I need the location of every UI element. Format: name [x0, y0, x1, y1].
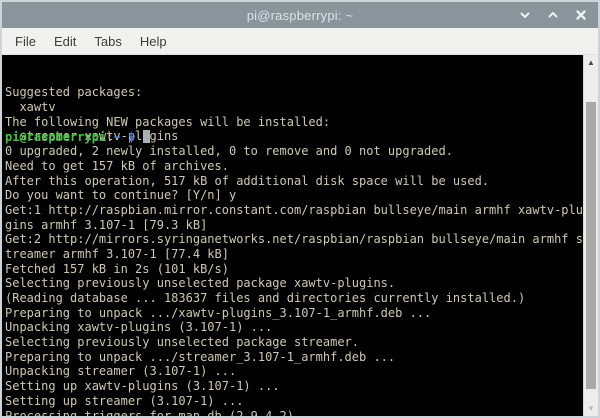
window-titlebar[interactable]: pi@raspberrypi: ~	[2, 2, 598, 28]
chevron-up-icon	[547, 9, 559, 21]
terminal-line: Fetched 157 kB in 2s (101 kB/s)	[5, 262, 582, 277]
terminal-line: Unpacking streamer (3.107-1) ...	[5, 364, 582, 379]
terminal-line: Do you want to continue? [Y/n] y	[5, 188, 582, 203]
terminal-line: Get:1 http://raspbian.mirror.constant.co…	[5, 203, 582, 218]
terminal-line: Selecting previously unselected package …	[5, 335, 582, 350]
terminal-line: xawtv	[5, 100, 582, 115]
terminal-line: After this operation, 517 kB of addition…	[5, 174, 582, 189]
terminal-line: Processing triggers for man-db (2.9.4-2)…	[5, 409, 582, 416]
scrollbar-thumb[interactable]	[586, 102, 596, 389]
menu-help[interactable]: Help	[131, 30, 176, 53]
terminal-window: pi@raspberrypi: ~ File Edit Tabs Help	[0, 0, 600, 418]
chevron-down-icon	[519, 9, 531, 21]
window-title: pi@raspberrypi: ~	[247, 8, 354, 23]
terminal-line: Need to get 157 kB of archives.	[5, 159, 582, 174]
prompt-user-host: pi@raspberrypi	[5, 130, 106, 144]
menu-file[interactable]: File	[6, 30, 45, 53]
scroll-down-button[interactable]: ▼	[584, 402, 598, 415]
terminal-line: Unpacking xawtv-plugins (3.107-1) ...	[5, 320, 582, 335]
terminal-line: Preparing to unpack .../xawtv-plugins_3.…	[5, 306, 582, 321]
triangle-down-icon: ▼	[587, 405, 595, 413]
terminal-screen[interactable]: Suggested packages: xawtvThe following N…	[2, 55, 598, 416]
prompt-dollar: $	[121, 130, 143, 144]
terminal-line: (Reading database ... 183637 files and d…	[5, 291, 582, 306]
terminal-content[interactable]: Suggested packages: xawtvThe following N…	[5, 56, 582, 416]
terminal-line: Selecting previously unselected package …	[5, 276, 582, 291]
terminal-line: Preparing to unpack .../streamer_3.107-1…	[5, 350, 582, 365]
terminal-line: Suggested packages:	[5, 85, 582, 100]
terminal-line: treamer armhf 3.107-1 [77.4 kB]	[5, 247, 582, 262]
window-controls	[516, 2, 590, 28]
terminal-line: 0 upgraded, 2 newly installed, 0 to remo…	[5, 144, 582, 159]
minimize-button[interactable]	[516, 6, 534, 24]
terminal-line: Get:2 http://mirrors.syringanetworks.net…	[5, 232, 582, 247]
menu-bar: File Edit Tabs Help	[2, 28, 598, 55]
scrollbar[interactable]: ▲ ▼	[583, 55, 598, 416]
terminal-prompt: pi@raspberrypi:~ $	[5, 130, 582, 145]
prompt-path: ~	[113, 130, 120, 144]
terminal-lines: Suggested packages: xawtvThe following N…	[5, 85, 582, 100]
close-button[interactable]	[572, 6, 590, 24]
scroll-up-button[interactable]: ▲	[584, 56, 598, 69]
menu-edit[interactable]: Edit	[45, 30, 85, 53]
terminal-line: Setting up streamer (3.107-1) ...	[5, 394, 582, 409]
menu-tabs[interactable]: Tabs	[85, 30, 130, 53]
triangle-up-icon: ▲	[587, 59, 595, 67]
close-icon	[575, 9, 587, 21]
terminal-line: The following NEW packages will be insta…	[5, 115, 582, 130]
terminal-line: Setting up xawtv-plugins (3.107-1) ...	[5, 379, 582, 394]
terminal-cursor	[143, 130, 150, 143]
terminal-line: gins armhf 3.107-1 [79.3 kB]	[5, 218, 582, 233]
maximize-button[interactable]	[544, 6, 562, 24]
